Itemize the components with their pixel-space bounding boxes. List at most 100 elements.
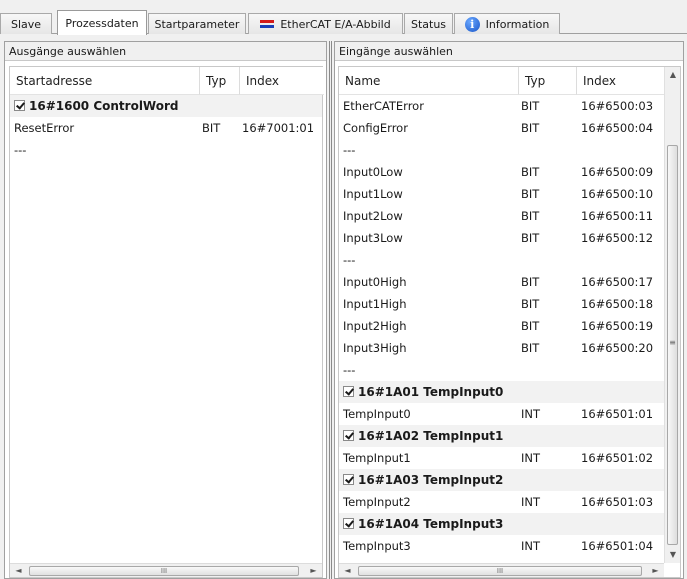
group-row[interactable]: 16#1600 ControlWord [10, 95, 322, 117]
table-row[interactable]: ResetError BIT 16#7001:01 [10, 117, 322, 139]
table-row[interactable]: Input1Low BIT 16#6500:10 [339, 183, 665, 205]
cell: 16#6500:09 [581, 161, 653, 183]
scroll-right-icon[interactable]: ► [647, 564, 664, 578]
table-row[interactable]: --- [339, 139, 665, 161]
column-header-name[interactable]: Name [339, 67, 519, 95]
cell: TempInput3 [343, 535, 411, 557]
table-row[interactable]: Input0High BIT 16#6500:17 [339, 271, 665, 293]
tab-label: EtherCAT E/A-Abbild [280, 17, 391, 31]
table-row[interactable]: --- [10, 139, 322, 161]
tab-information[interactable]: i Information [454, 13, 560, 34]
table-row[interactable]: TempInput0 INT 16#6501:01 [339, 403, 665, 425]
cell: 16#1600 ControlWord [14, 95, 179, 117]
group-row[interactable]: 16#1A04 TempInput3 [339, 513, 665, 535]
column-header-startadresse[interactable]: Startadresse [10, 67, 200, 95]
row-name: 16#1A01 TempInput0 [358, 385, 504, 399]
inputs-panel: Eingänge auswählen Name Typ Index EtherC… [334, 41, 684, 579]
tab-prozessdaten[interactable]: Prozessdaten [57, 10, 147, 35]
outputs-horizontal-scrollbar[interactable]: ◄ III ► [10, 563, 322, 577]
row-index: 16#6500:17 [581, 275, 654, 289]
scroll-down-icon[interactable]: ▼ [665, 547, 681, 563]
cell: Input1Low [343, 183, 403, 205]
cell: INT [521, 535, 540, 557]
row-name: Input0High [343, 275, 407, 289]
column-header-index[interactable]: Index [577, 67, 665, 95]
checkbox[interactable] [343, 430, 354, 441]
row-index: 16#6501:02 [581, 451, 654, 465]
panel-splitter[interactable] [327, 41, 334, 579]
scrollbar-thumb[interactable]: ≡ [667, 145, 678, 545]
cell: 16#7001:01 [242, 117, 314, 139]
inputs-vertical-scrollbar[interactable]: ▲ ≡ ▼ [664, 67, 680, 563]
row-name: 16#1A04 TempInput3 [358, 517, 504, 531]
scroll-left-icon[interactable]: ◄ [10, 564, 27, 578]
table-row[interactable]: Input0Low BIT 16#6500:09 [339, 161, 665, 183]
table-row[interactable]: Input3Low BIT 16#6500:12 [339, 227, 665, 249]
checkbox[interactable] [343, 518, 354, 529]
row-name: Input3High [343, 341, 407, 355]
cell: 16#6501:03 [581, 491, 653, 513]
cell: BIT [521, 315, 539, 337]
tab-slave[interactable]: Slave [0, 13, 52, 34]
cell: 16#6500:19 [581, 315, 653, 337]
row-type: INT [521, 451, 541, 465]
row-name: Input2Low [343, 209, 403, 223]
cell: Input3High [343, 337, 407, 359]
scroll-left-icon[interactable]: ◄ [339, 564, 356, 578]
cell: 16#6500:12 [581, 227, 653, 249]
row-index: 16#6500:18 [581, 297, 654, 311]
cell: 16#6500:17 [581, 271, 653, 293]
cell: TempInput2 [343, 491, 411, 513]
cell: --- [343, 139, 355, 161]
column-header-typ[interactable]: Typ [519, 67, 577, 95]
row-type: BIT [521, 297, 540, 311]
scrollbar-thumb[interactable]: III [29, 566, 299, 576]
group-row[interactable]: 16#1A02 TempInput1 [339, 425, 665, 447]
table-row[interactable]: TempInput3 INT 16#6501:04 [339, 535, 665, 557]
row-name: Input0Low [343, 165, 403, 179]
row-index: 16#6500:12 [581, 231, 654, 245]
table-row[interactable]: ConfigError BIT 16#6500:04 [339, 117, 665, 139]
table-row[interactable]: TempInput1 INT 16#6501:02 [339, 447, 665, 469]
row-name: 16#1A03 TempInput2 [358, 473, 504, 487]
scrollbar-thumb[interactable]: III [358, 566, 642, 576]
row-index: 16#6500:10 [581, 187, 654, 201]
row-name: TempInput1 [343, 451, 411, 465]
row-index: 16#6501:01 [581, 407, 654, 421]
tab-strip: Slave Prozessdaten Startparameter EtherC… [0, 10, 687, 35]
cell: 16#6500:11 [581, 205, 653, 227]
ethercat-icon [260, 19, 275, 29]
table-row[interactable]: Input1High BIT 16#6500:18 [339, 293, 665, 315]
row-name: Input3Low [343, 231, 403, 245]
group-row[interactable]: 16#1A03 TempInput2 [339, 469, 665, 491]
row-type: BIT [521, 275, 540, 289]
cell: 16#6500:03 [581, 95, 653, 117]
table-row[interactable]: TempInput2 INT 16#6501:03 [339, 491, 665, 513]
cell: BIT [521, 117, 539, 139]
inputs-horizontal-scrollbar[interactable]: ◄ III ► [339, 563, 664, 577]
table-row[interactable]: EtherCATError BIT 16#6500:03 [339, 95, 665, 117]
row-name: --- [14, 143, 27, 157]
cell: --- [343, 359, 355, 381]
column-header-index[interactable]: Index [240, 67, 324, 95]
column-header-typ[interactable]: Typ [200, 67, 240, 95]
group-row[interactable]: 16#1A01 TempInput0 [339, 381, 665, 403]
table-row[interactable]: Input2High BIT 16#6500:19 [339, 315, 665, 337]
tab-ethercat-ea-abbild[interactable]: EtherCAT E/A-Abbild [248, 13, 403, 34]
table-row[interactable]: --- [339, 249, 665, 271]
checkbox[interactable] [14, 100, 25, 111]
tab-startparameter[interactable]: Startparameter [148, 13, 246, 34]
row-type: BIT [521, 319, 540, 333]
cell: 16#6500:20 [581, 337, 653, 359]
scroll-right-icon[interactable]: ► [305, 564, 322, 578]
row-type: INT [521, 539, 541, 553]
table-row[interactable]: --- [339, 359, 665, 381]
checkbox[interactable] [343, 386, 354, 397]
table-row[interactable]: Input3High BIT 16#6500:20 [339, 337, 665, 359]
tab-status[interactable]: Status [404, 13, 453, 34]
checkbox[interactable] [343, 474, 354, 485]
table-row[interactable]: Input2Low BIT 16#6500:11 [339, 205, 665, 227]
cell: BIT [521, 183, 539, 205]
scroll-up-icon[interactable]: ▲ [665, 67, 681, 83]
cell: 16#6500:10 [581, 183, 653, 205]
